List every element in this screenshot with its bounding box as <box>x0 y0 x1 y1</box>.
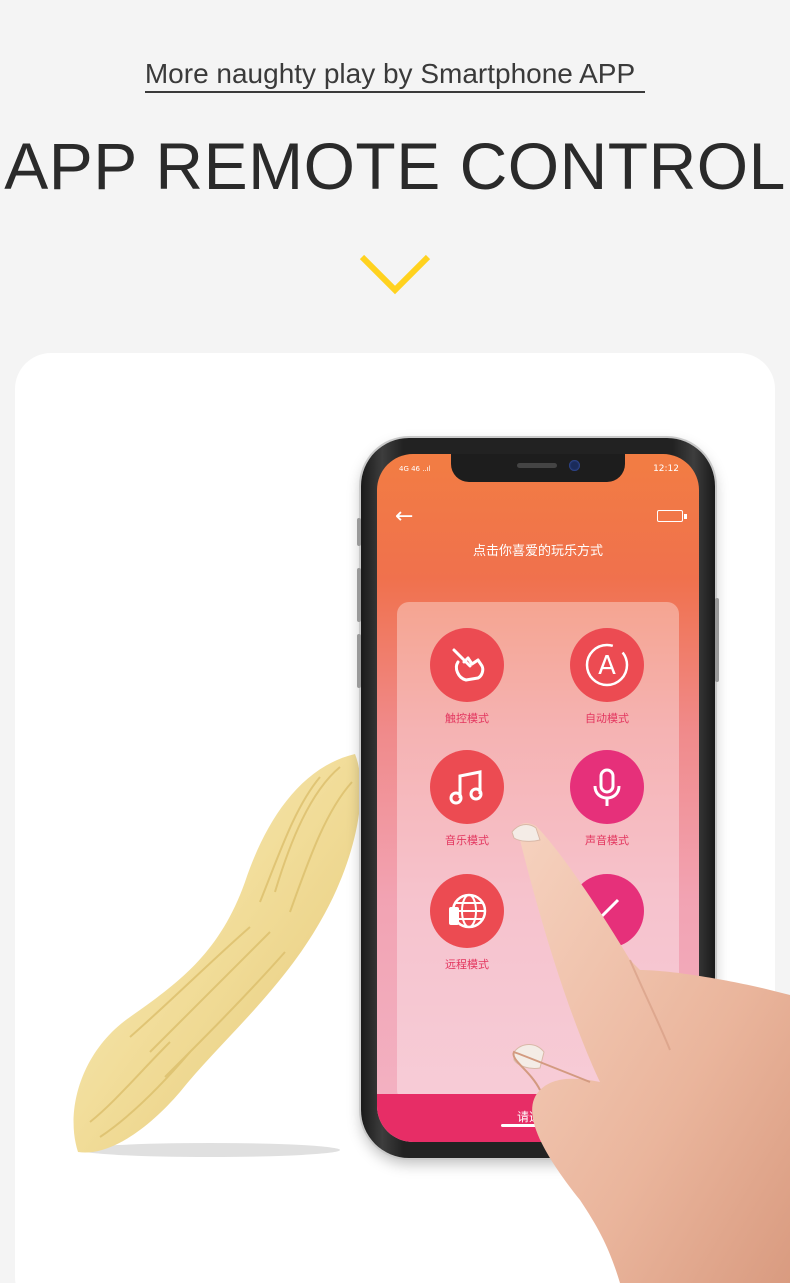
phone-notch <box>451 454 625 482</box>
chevron-down-icon <box>359 254 431 295</box>
volume-down-button <box>357 634 361 688</box>
mode-label: 自动模式 <box>585 712 629 725</box>
mode-label: 触控模式 <box>445 712 489 725</box>
power-button <box>715 598 719 682</box>
microphone-icon <box>570 750 644 824</box>
hand-pointer-icon <box>430 628 504 702</box>
front-camera <box>569 460 580 471</box>
music-note-icon <box>430 750 504 824</box>
volume-up-button <box>357 568 361 622</box>
svg-text:A: A <box>598 651 616 681</box>
back-arrow-icon[interactable]: ← <box>395 504 413 529</box>
status-signal: 4G 46 ..ıl <box>399 465 431 473</box>
subtitle: More naughty play by Smartphone APP <box>0 58 790 93</box>
globe-phone-icon <box>430 874 504 948</box>
pointing-hand-image <box>511 823 790 1283</box>
screen-title: 点击你喜爱的玩乐方式 <box>472 544 603 559</box>
status-time: 12:12 <box>653 464 679 474</box>
mute-switch <box>357 518 361 546</box>
auto-a-icon: A <box>570 628 644 702</box>
headline: APP REMOTE CONTROL <box>4 129 786 203</box>
speaker-grill <box>517 463 557 468</box>
subtitle-text: More naughty play by Smartphone APP <box>144 58 646 93</box>
mode-auto[interactable]: A 自动模式 <box>547 628 667 726</box>
product-device-image <box>73 754 361 1157</box>
battery-icon <box>657 510 687 522</box>
mode-touch[interactable]: 触控模式 <box>407 628 527 726</box>
